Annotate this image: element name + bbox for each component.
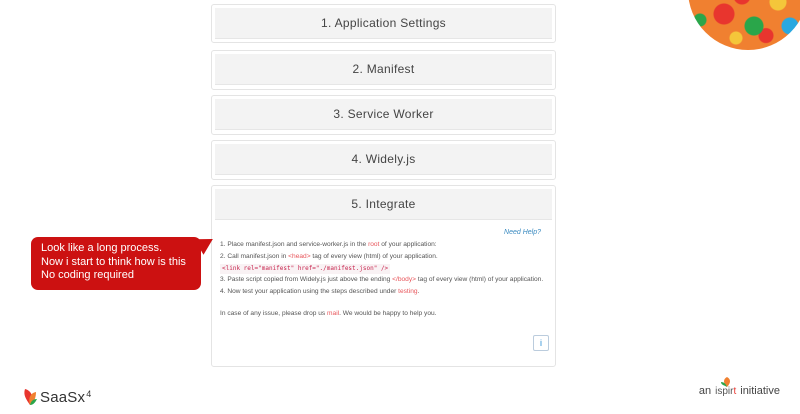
ispirt-mark-t: t <box>733 386 737 397</box>
manifest-link-code: <link rel="manifest" href="./manifest.js… <box>220 264 391 274</box>
step-text: tag of every view (html) of your applica… <box>310 253 438 260</box>
globe-ball <box>688 0 800 50</box>
need-help-link[interactable]: Need Help? <box>504 228 541 238</box>
step-text: 1. Place manifest.json and service-worke… <box>220 241 369 248</box>
ispirt-mark-a: ispi <box>715 386 731 397</box>
step-text: . <box>417 288 420 295</box>
accordion-header-label: 3. Service Worker <box>333 107 434 121</box>
callout-line-1: Look like a long process. <box>41 242 163 254</box>
contact-text: . We would be happy to help you. <box>339 310 437 317</box>
saas-wordmark: SaaSx4 <box>40 389 91 406</box>
step-1: 1. Place manifest.json and service-worke… <box>220 240 547 250</box>
step-2: 2. Call manifest.json in <head> tag of e… <box>220 252 547 262</box>
accordion-header-label: 4. Widely.js <box>351 152 416 166</box>
accordion-header-widelyjs[interactable]: 4. Widely.js <box>215 144 552 175</box>
accordion-header-label: 1. Application Settings <box>321 16 446 30</box>
root-highlight: root <box>368 241 380 248</box>
integrate-instructions: Need Help? 1. Place manifest.json and se… <box>220 228 547 319</box>
saasx-logo: SaaSx4 <box>22 384 91 410</box>
accordion-header-label: 2. Manifest <box>352 62 415 76</box>
code-line: <link rel="manifest" href="./manifest.js… <box>220 262 547 275</box>
panel-integrate: 5. Integrate Need Help? 1. Place manifes… <box>211 185 556 367</box>
panel-service-worker: 3. Service Worker <box>211 95 556 135</box>
contact-line: In case of any issue, please drop us mai… <box>220 309 547 319</box>
info-button[interactable]: i <box>533 335 549 351</box>
accordion-header-application-settings[interactable]: 1. Application Settings <box>215 8 552 39</box>
accordion-header-manifest[interactable]: 2. Manifest <box>215 54 552 85</box>
step-text: tag of every view (html) of your applica… <box>415 276 544 283</box>
accordion-header-service-worker[interactable]: 3. Service Worker <box>215 99 552 130</box>
step-3: 3. Paste script copied from Widely.js ju… <box>220 275 547 285</box>
saas-text: SaaS <box>40 388 78 406</box>
head-tag-highlight: <head> <box>288 253 311 260</box>
step-text: of your application: <box>379 241 437 248</box>
body-tag-highlight: </body> <box>392 276 416 283</box>
decorative-globe-graphic <box>688 0 800 50</box>
mail-link[interactable]: mail <box>327 310 339 317</box>
panel-widelyjs: 4. Widely.js <box>211 140 556 180</box>
step-text: 4. Now test your application using the s… <box>220 288 399 295</box>
panel-application-settings: 1. Application Settings <box>211 4 556 43</box>
saas-x: x <box>77 388 86 406</box>
callout-line-3: No coding required <box>41 269 134 281</box>
step-text: 2. Call manifest.json in <box>220 253 289 260</box>
panel-manifest: 2. Manifest <box>211 50 556 90</box>
ispirt-mark: ispirt <box>715 377 737 397</box>
step-text: 3. Paste script copied from Widely.js ju… <box>220 276 393 283</box>
contact-text: In case of any issue, please drop us <box>220 310 328 317</box>
callout-line-2: Now i start to think how is this <box>41 255 186 268</box>
ispirt-flower-icon <box>721 377 731 387</box>
step-4: 4. Now test your application using the s… <box>220 287 547 297</box>
testing-link[interactable]: testing <box>398 288 417 295</box>
accordion-header-label: 5. Integrate <box>351 197 416 211</box>
ispirt-initiative-logo: an ispirt initiative <box>698 377 780 397</box>
accordion-header-integrate[interactable]: 5. Integrate <box>215 189 552 220</box>
ispirt-suffix: initiative <box>740 385 780 397</box>
callout-bubble: Look like a long process. Now i start to… <box>31 237 201 290</box>
ispirt-prefix: an <box>698 385 712 397</box>
saas-sup: 4 <box>86 388 92 399</box>
leaf-logo-icon <box>22 387 38 407</box>
